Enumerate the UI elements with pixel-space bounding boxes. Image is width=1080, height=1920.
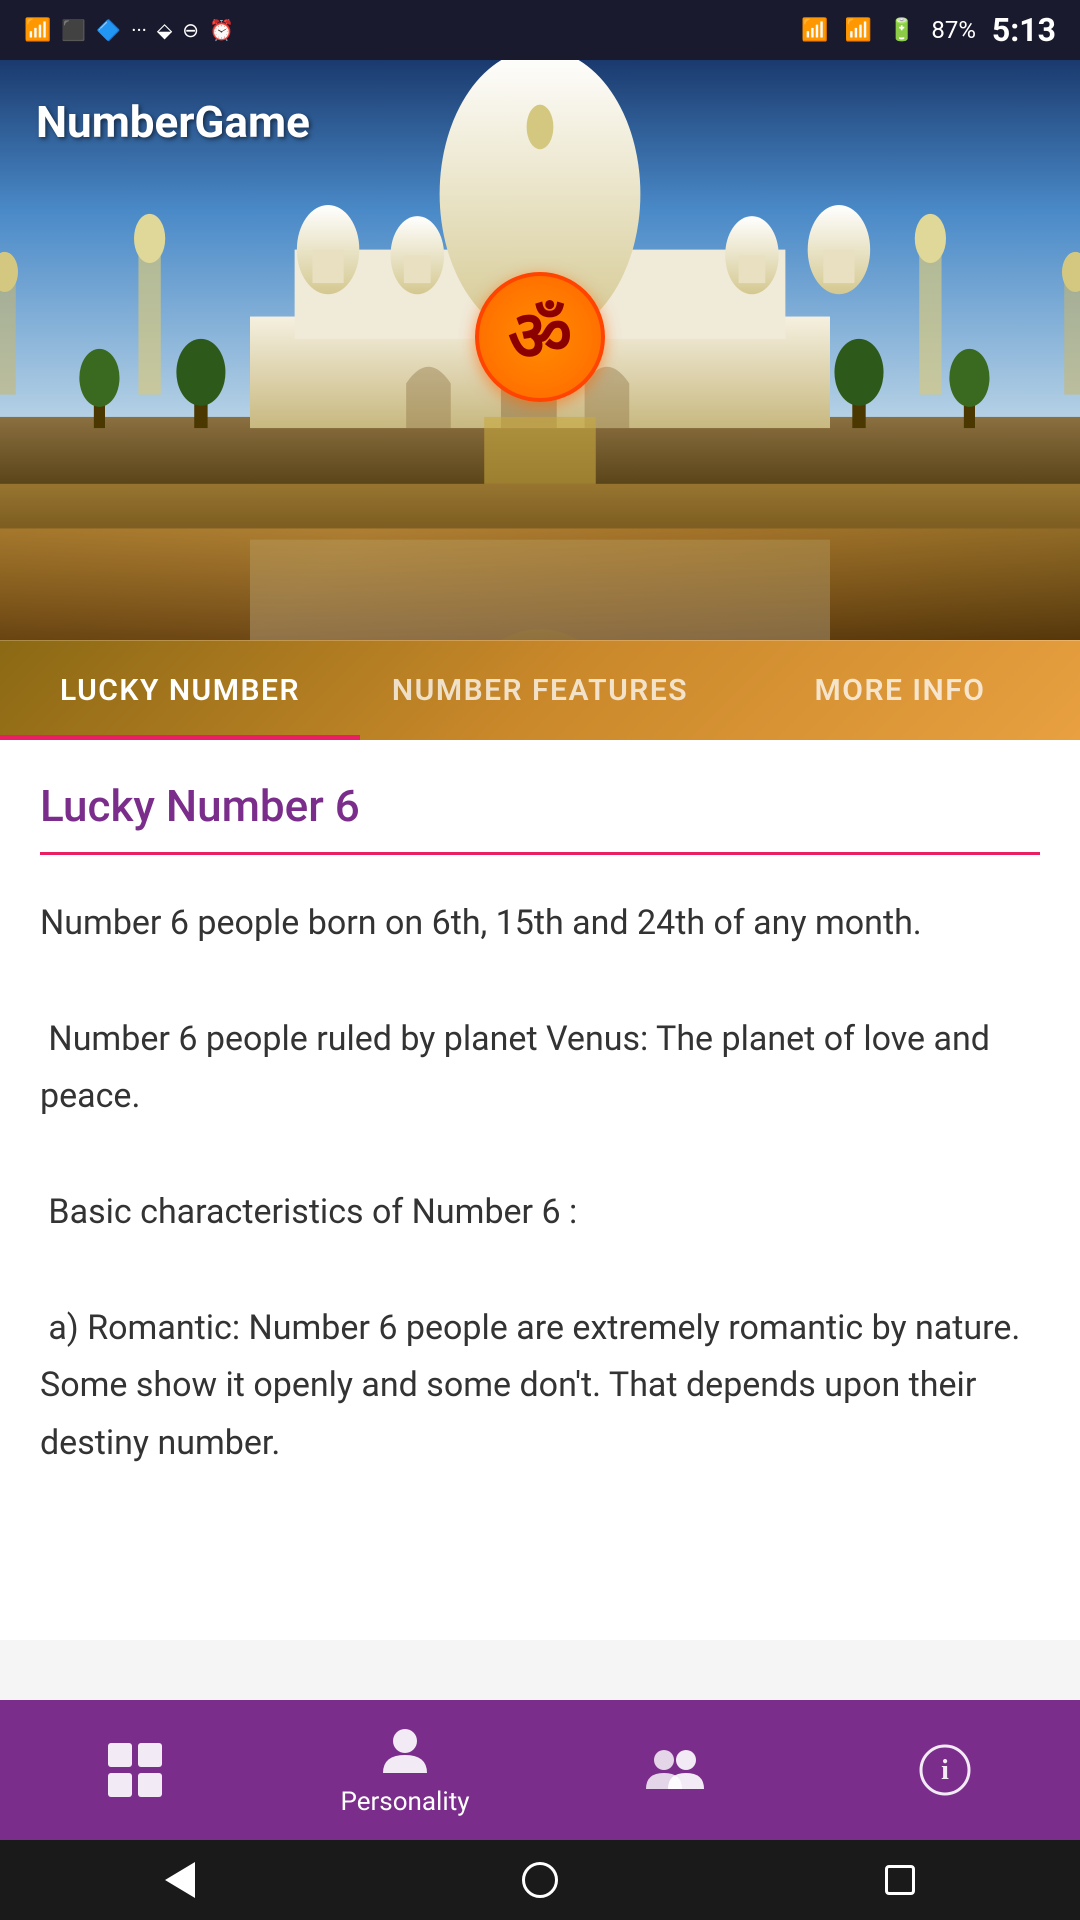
personality-icon: [378, 1723, 432, 1777]
recents-icon: [885, 1865, 915, 1895]
android-nav-bar: [0, 1840, 1080, 1920]
tab-bar: LUCKY NUMBER NUMBER FEATURES MORE INFO: [0, 640, 1080, 740]
back-button[interactable]: [150, 1850, 210, 1910]
bt-icon: ⬙: [157, 18, 172, 42]
app-title: NumberGame: [36, 96, 310, 148]
tab-number-features[interactable]: NUMBER FEATURES: [360, 641, 720, 740]
title-divider: [40, 852, 1040, 855]
bottom-nav: Personality i: [0, 1700, 1080, 1840]
om-symbol-container: ॐ: [475, 272, 605, 402]
personality-label: Personality: [340, 1787, 469, 1817]
grid-icon: [108, 1743, 162, 1797]
signal-icon: 📶: [845, 18, 872, 43]
info-icon: i: [918, 1743, 972, 1797]
bottom-nav-personality[interactable]: Personality: [270, 1713, 540, 1827]
home-button[interactable]: [510, 1850, 570, 1910]
status-bar: 📶 ⬛ 🔷 ··· ⬙ ⊖ ⏰ 📶 📶 🔋 87% 5:13: [0, 0, 1080, 60]
recents-button[interactable]: [870, 1850, 930, 1910]
om-symbol: ॐ: [508, 302, 572, 372]
tab-lucky-number[interactable]: LUCKY NUMBER: [0, 641, 360, 740]
om-circle: ॐ: [475, 272, 605, 402]
lucky-number-title: Lucky Number 6: [40, 780, 1040, 832]
tab-more-info[interactable]: MORE INFO: [720, 641, 1080, 740]
time-display: 5:13: [992, 11, 1056, 49]
notification-icons: 📶 ⬛ 🔷 ··· ⬙ ⊖ ⏰: [24, 18, 234, 43]
battery-icon: 🔋: [888, 18, 915, 43]
bluetooth-icon: 🔷: [96, 18, 121, 42]
battery-percent: 87%: [931, 16, 976, 44]
hero-section: NumberGame ॐ: [0, 60, 1080, 640]
bottom-nav-group[interactable]: [540, 1733, 810, 1807]
alarm-icon: ⏰: [209, 18, 234, 42]
back-icon: [165, 1862, 195, 1898]
bottom-nav-info[interactable]: i: [810, 1733, 1080, 1807]
sim-icon: 📶: [24, 18, 51, 43]
wifi-icon: 📶: [801, 18, 828, 43]
minus-icon: ⊖: [182, 18, 199, 42]
app-icon-1: ⬛: [61, 18, 86, 42]
status-bar-right: 📶 📶 🔋 87% 5:13: [801, 11, 1056, 49]
home-icon: [522, 1862, 558, 1898]
content-area: Lucky Number 6 Number 6 people born on 6…: [0, 740, 1080, 1640]
more-icon: ···: [131, 18, 147, 42]
bottom-nav-grid[interactable]: [0, 1733, 270, 1807]
status-bar-left: 📶 ⬛ 🔷 ··· ⬙ ⊖ ⏰: [24, 18, 234, 43]
content-body: Number 6 people born on 6th, 15th and 24…: [40, 895, 1040, 1473]
svg-text:i: i: [941, 1755, 949, 1786]
group-icon: [644, 1743, 706, 1797]
